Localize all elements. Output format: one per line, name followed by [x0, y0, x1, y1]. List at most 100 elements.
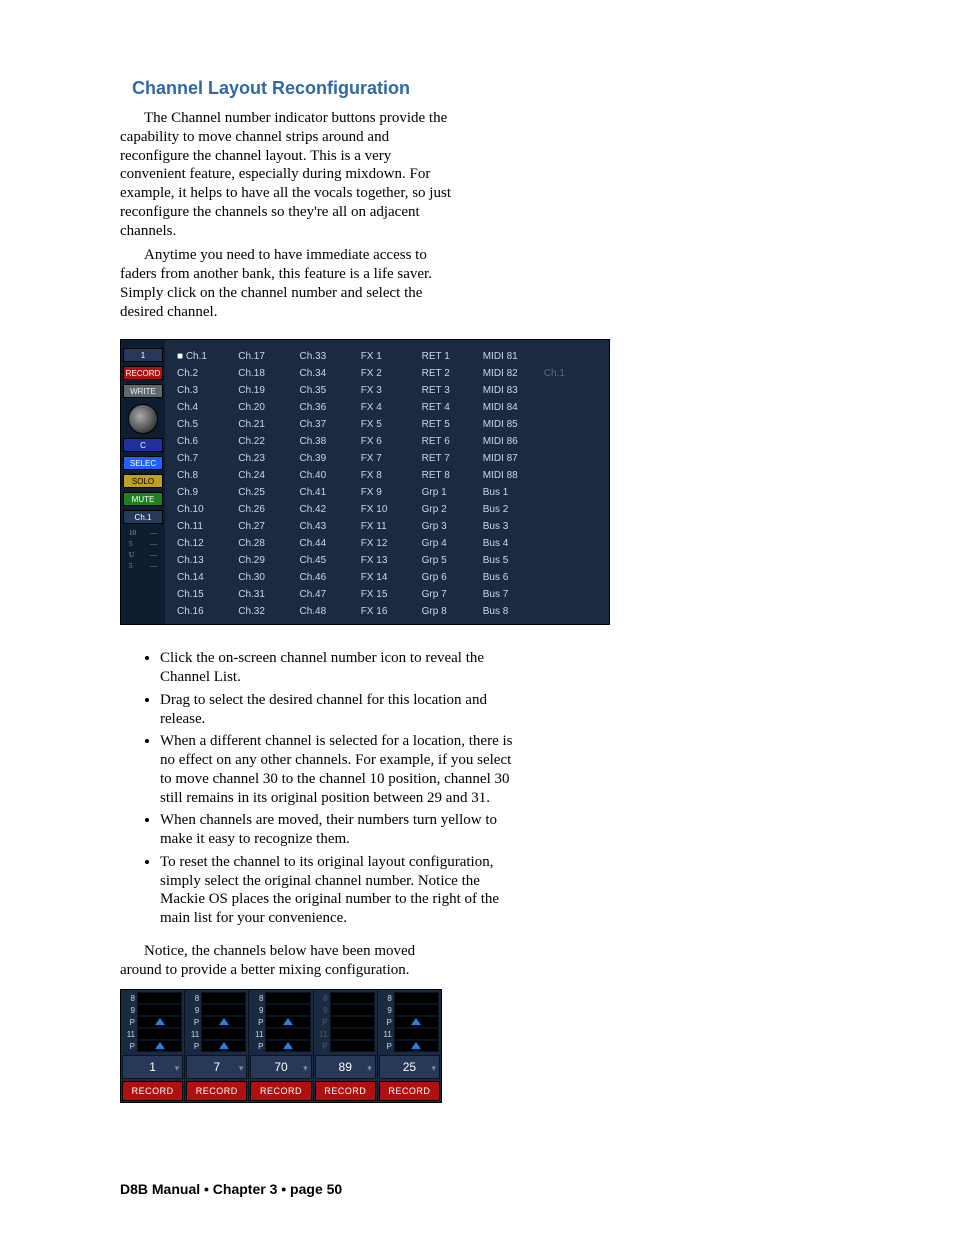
channel-list-item[interactable]: Grp 7 [422, 586, 483, 603]
pan-knob-icon[interactable] [128, 404, 158, 434]
channel-list-item[interactable]: Ch.4 [177, 399, 238, 416]
channel-list-item[interactable]: RET 3 [422, 382, 483, 399]
channel-list-item[interactable]: Ch.2 [177, 365, 238, 382]
channel-list-item[interactable]: Ch.18 [238, 365, 299, 382]
channel-list-item[interactable]: Ch.15 [177, 586, 238, 603]
channel-list-item[interactable]: Ch.1 [177, 348, 238, 365]
channel-list-item[interactable]: MIDI 88 [483, 467, 544, 484]
channel-number-button[interactable]: 89 [315, 1055, 376, 1079]
channel-list-item[interactable]: FX 9 [361, 484, 422, 501]
channel-list-item[interactable]: Bus 2 [483, 501, 544, 518]
channel-list-item[interactable]: FX 16 [361, 603, 422, 620]
channel-list-item[interactable]: Ch.22 [238, 433, 299, 450]
channel-list-item[interactable]: Ch.26 [238, 501, 299, 518]
assign-indicator[interactable] [330, 1040, 375, 1052]
channel-list-item[interactable]: Ch.42 [299, 501, 360, 518]
channel-list-item[interactable]: MIDI 81 [483, 348, 544, 365]
assign-indicator[interactable] [265, 1040, 310, 1052]
channel-list-item[interactable]: Bus 5 [483, 552, 544, 569]
channel-list-item[interactable]: Ch.28 [238, 535, 299, 552]
channel-list-item[interactable]: RET 1 [422, 348, 483, 365]
assign-indicator[interactable] [201, 992, 246, 1004]
channel-list-item[interactable]: Ch.5 [177, 416, 238, 433]
channel-list-item[interactable]: MIDI 85 [483, 416, 544, 433]
channel-list-item[interactable]: Ch.43 [299, 518, 360, 535]
channel-list-item[interactable]: Ch.13 [177, 552, 238, 569]
channel-list-item[interactable]: Ch.33 [299, 348, 360, 365]
channel-list-item[interactable]: MIDI 84 [483, 399, 544, 416]
channel-list-item[interactable]: MIDI 87 [483, 450, 544, 467]
channel-list-item[interactable]: RET 7 [422, 450, 483, 467]
channel-list-item[interactable]: FX 4 [361, 399, 422, 416]
channel-list-item[interactable]: FX 3 [361, 382, 422, 399]
assign-indicator[interactable] [394, 992, 439, 1004]
channel-list-item[interactable]: Bus 1 [483, 484, 544, 501]
record-button[interactable]: RECORD [379, 1081, 440, 1101]
channel-list-item[interactable]: Ch.3 [177, 382, 238, 399]
channel-list-item[interactable]: FX 12 [361, 535, 422, 552]
assign-indicator[interactable] [137, 1004, 182, 1016]
channel-list-item[interactable]: Ch.37 [299, 416, 360, 433]
channel-list-item[interactable]: Ch.29 [238, 552, 299, 569]
channel-list-item[interactable]: Ch.40 [299, 467, 360, 484]
channel-list-item[interactable]: Grp 4 [422, 535, 483, 552]
assign-indicator[interactable] [265, 992, 310, 1004]
channel-number-button[interactable]: 1 [123, 348, 163, 362]
channel-list-item[interactable]: Ch.32 [238, 603, 299, 620]
channel-list-item[interactable]: Ch.10 [177, 501, 238, 518]
channel-list-item[interactable]: RET 2 [422, 365, 483, 382]
channel-label-button[interactable]: Ch.1 [123, 510, 163, 524]
assign-indicator[interactable] [330, 992, 375, 1004]
channel-list-item[interactable]: Ch.14 [177, 569, 238, 586]
channel-list-item[interactable]: Bus 6 [483, 569, 544, 586]
channel-list-item[interactable]: FX 6 [361, 433, 422, 450]
channel-list-item[interactable]: RET 6 [422, 433, 483, 450]
channel-list-item[interactable]: Bus 7 [483, 586, 544, 603]
write-button[interactable]: WRITE [123, 384, 163, 398]
channel-list-item[interactable]: Ch.46 [299, 569, 360, 586]
channel-list-item[interactable]: Ch.48 [299, 603, 360, 620]
channel-list-item[interactable]: Ch.25 [238, 484, 299, 501]
assign-indicator[interactable] [394, 1016, 439, 1028]
channel-list-item[interactable]: Ch.16 [177, 603, 238, 620]
assign-indicator[interactable] [394, 1040, 439, 1052]
channel-list-item[interactable]: Grp 8 [422, 603, 483, 620]
channel-list-item[interactable]: FX 1 [361, 348, 422, 365]
assign-indicator[interactable] [265, 1004, 310, 1016]
mute-button[interactable]: MUTE [123, 492, 163, 506]
channel-number-button[interactable]: 70 [250, 1055, 311, 1079]
channel-list-item[interactable]: FX 11 [361, 518, 422, 535]
select-button[interactable]: SELEC [123, 456, 163, 470]
channel-list-item[interactable]: Ch.47 [299, 586, 360, 603]
channel-list-item[interactable]: Ch.17 [238, 348, 299, 365]
channel-list-item[interactable]: Ch.27 [238, 518, 299, 535]
channel-list-item[interactable]: Ch.21 [238, 416, 299, 433]
channel-list-item[interactable]: Grp 2 [422, 501, 483, 518]
channel-list-item[interactable]: Grp 1 [422, 484, 483, 501]
center-button[interactable]: C [123, 438, 163, 452]
assign-indicator[interactable] [330, 1016, 375, 1028]
channel-list-item[interactable]: Ch.41 [299, 484, 360, 501]
channel-list-item[interactable]: MIDI 86 [483, 433, 544, 450]
channel-list-item[interactable]: Grp 3 [422, 518, 483, 535]
channel-list-item[interactable]: Ch.11 [177, 518, 238, 535]
assign-indicator[interactable] [265, 1028, 310, 1040]
channel-list-item[interactable]: Ch.20 [238, 399, 299, 416]
assign-indicator[interactable] [394, 1004, 439, 1016]
channel-list-item[interactable]: FX 8 [361, 467, 422, 484]
assign-indicator[interactable] [137, 992, 182, 1004]
channel-list-item[interactable]: Grp 5 [422, 552, 483, 569]
solo-button[interactable]: SOLO [123, 474, 163, 488]
assign-indicator[interactable] [137, 1028, 182, 1040]
channel-list-item[interactable]: Ch.24 [238, 467, 299, 484]
assign-indicator[interactable] [330, 1028, 375, 1040]
record-button[interactable]: RECORD [186, 1081, 247, 1101]
record-button[interactable]: RECORD [122, 1081, 183, 1101]
channel-list-item[interactable]: Ch.9 [177, 484, 238, 501]
channel-list-item[interactable]: Ch.8 [177, 467, 238, 484]
channel-list-item[interactable]: Ch.31 [238, 586, 299, 603]
assign-indicator[interactable] [265, 1016, 310, 1028]
channel-list-item[interactable]: Ch.23 [238, 450, 299, 467]
channel-list-item[interactable]: Ch.19 [238, 382, 299, 399]
channel-list-item[interactable]: FX 15 [361, 586, 422, 603]
